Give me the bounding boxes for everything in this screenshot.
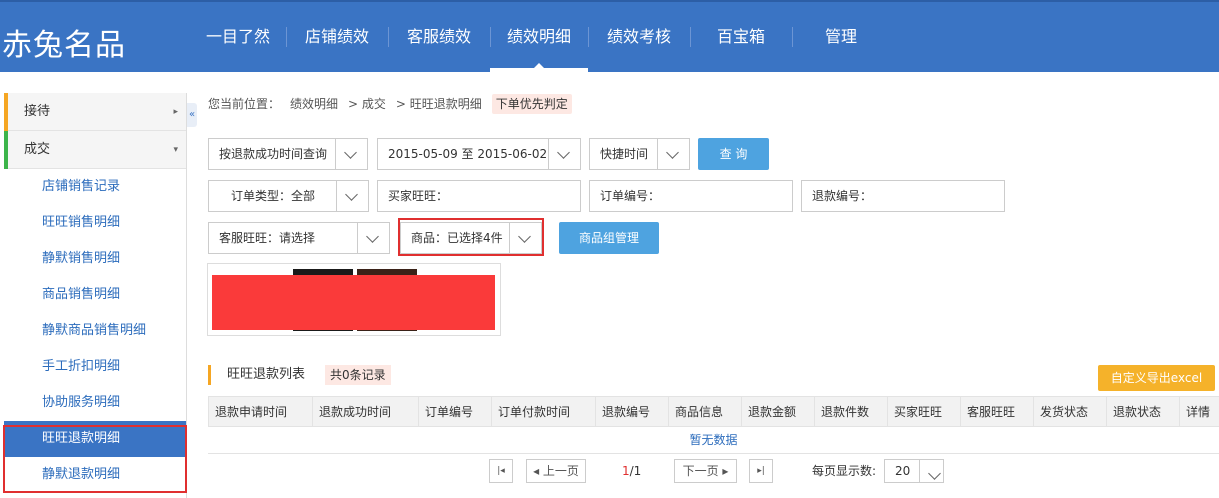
column-header: 订单编号 [418,396,492,427]
empty-table-message: 暂无数据 [208,426,1219,454]
column-header: 退款件数 [814,396,888,427]
sidebar-group-label: 接待 [24,104,51,119]
goods-group-manage-button[interactable]: 商品组管理 [559,222,659,254]
query-button[interactable]: 查 询 [698,138,769,170]
page-indicator: 1/1 [622,459,641,483]
highlight-box-goods [398,218,544,256]
sidebar-item-manual-discount[interactable]: 手工折扣明细 [4,349,186,385]
refund-table: 退款申请时间 退款成功时间 订单编号 订单付款时间 退款编号 商品信息 退款金额… [208,396,1219,427]
breadcrumb-item: > 旺旺退款明细 [395,97,482,111]
column-header: 客服旺旺 [960,396,1034,427]
nav-item-performance-detail[interactable]: 绩效明细 [490,2,588,72]
column-header: 退款申请时间 [208,396,313,427]
chevron-down-icon [919,460,943,482]
chevron-down-icon: ▾ [173,145,178,155]
next-page-button[interactable]: 下一页 ▸ [674,459,737,483]
redaction-block [212,275,495,330]
column-header: 买家旺旺 [887,396,961,427]
select-value: 客服旺旺：请选择 [219,231,316,245]
sidebar-item-goods-sales[interactable]: 商品销售明细 [4,277,186,313]
nav-item-toolbox[interactable]: 百宝箱 [690,2,792,72]
current-page: 1 [622,464,630,478]
sidebar-item-silent-sales[interactable]: 静默销售明细 [4,241,186,277]
sidebar-item-ww-sales[interactable]: 旺旺销售明细 [4,205,186,241]
page-size-label: 每页显示数: [812,464,877,478]
quick-time-select[interactable]: 快捷时间 [589,138,690,170]
chevron-down-icon [548,139,580,169]
app-logo[interactable]: 赤兔名品 [2,20,126,64]
column-header: 退款金额 [741,396,815,427]
column-header: 订单付款时间 [491,396,596,427]
refund-no-input[interactable]: 退款编号： [801,180,1005,212]
export-excel-button[interactable]: 自定义导出excel [1098,365,1215,391]
cs-ww-select[interactable]: 客服旺旺：请选择 [208,222,390,254]
list-accent-bar [208,365,211,385]
select-value: 订单类型：全部 [231,189,316,203]
total-pages: /1 [629,464,642,478]
order-no-input[interactable]: 订单编号： [589,180,793,212]
sidebar-group-label: 成交 [24,142,51,157]
list-title: 旺旺退款列表 [227,367,306,382]
column-header: 退款编号 [595,396,669,427]
breadcrumb-item[interactable]: 绩效明细 [290,94,338,114]
chevron-right-icon: ▸ [173,107,178,117]
select-value: 20 [895,464,911,478]
column-header: 商品信息 [668,396,742,427]
select-value: 2015-05-09 至 2015-06-02 [388,147,548,161]
date-range-select[interactable]: 2015-05-09 至 2015-06-02 [377,138,581,170]
priority-tag: 下单优先判定 [491,94,572,114]
table-header-row: 退款申请时间 退款成功时间 订单编号 订单付款时间 退款编号 商品信息 退款金额… [208,396,1219,427]
group-accent-bar [4,93,8,131]
column-header: 详情 [1179,396,1219,427]
sidebar-item-silent-goods-sales[interactable]: 静默商品销售明细 [4,313,186,349]
breadcrumb-item[interactable]: > 成交 [348,94,386,114]
column-header: 发货状态 [1033,396,1107,427]
page-size-select[interactable]: 20 [884,459,944,483]
record-count-badge: 共0条记录 [325,365,391,385]
breadcrumb-prefix: 您当前位置： [208,97,281,111]
nav-item-performance-review[interactable]: 绩效考核 [588,2,690,72]
time-mode-select[interactable]: 按退款成功时间查询 [208,138,368,170]
nav-item-manage[interactable]: 管理 [792,2,890,72]
sidebar-item-assist-service[interactable]: 协助服务明细 [4,385,186,421]
chevron-down-icon [335,139,367,169]
select-value: 按退款成功时间查询 [219,147,328,161]
buyer-ww-input[interactable]: 买家旺旺： [377,180,581,212]
collapse-sidebar-icon[interactable]: « [187,103,197,127]
top-nav-bar: 赤兔名品 一目了然 店铺绩效 客服绩效 绩效明细 绩效考核 百宝箱 管理 [0,0,1219,72]
group-accent-bar [4,131,8,169]
sidebar-group-reception[interactable]: 接待 ▸ [4,93,186,131]
sidebar-group-deal[interactable]: 成交 ▾ [4,131,186,169]
highlight-box-sidebar [3,425,187,493]
chevron-down-icon [657,139,689,169]
column-header: 退款成功时间 [312,396,419,427]
chevron-down-icon [336,181,368,211]
selected-goods-panel [207,263,501,336]
last-page-button[interactable]: ▸| [749,459,773,483]
nav-item-cs-performance[interactable]: 客服绩效 [388,2,490,72]
main-nav: 一目了然 店铺绩效 客服绩效 绩效明细 绩效考核 百宝箱 管理 [190,2,890,72]
sidebar-item-shop-sales[interactable]: 店铺销售记录 [4,169,186,205]
select-value: 快捷时间 [600,147,649,161]
nav-item-shop-performance[interactable]: 店铺绩效 [286,2,388,72]
column-header: 退款状态 [1106,396,1180,427]
chevron-down-icon [357,223,389,253]
nav-item-overview[interactable]: 一目了然 [190,2,286,72]
order-type-select[interactable]: 订单类型：全部 [208,180,369,212]
breadcrumb: 您当前位置： 绩效明细 > 成交 > 旺旺退款明细 下单优先判定 [208,94,582,114]
prev-page-button[interactable]: ◂ 上一页 [526,459,586,483]
first-page-button[interactable]: |◂ [489,459,513,483]
list-header: 旺旺退款列表 共0条记录 [208,365,391,385]
